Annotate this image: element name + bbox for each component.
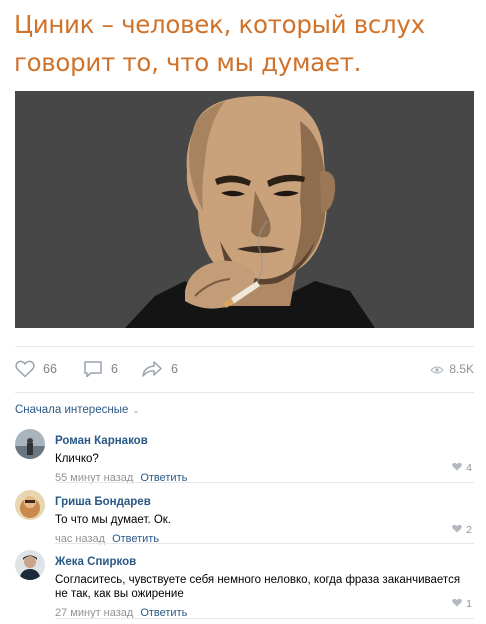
share-button[interactable]: 6 bbox=[141, 356, 178, 382]
eye-icon bbox=[430, 360, 445, 379]
divider bbox=[15, 346, 474, 347]
comment-text: Кличко? bbox=[55, 453, 99, 465]
comment-like-count: 1 bbox=[466, 598, 472, 610]
heart-icon bbox=[452, 598, 466, 610]
views-counter: 8.5K bbox=[430, 356, 474, 382]
sort-label: Сначала интересные bbox=[15, 404, 129, 416]
heart-icon bbox=[452, 462, 466, 474]
avatar[interactable] bbox=[15, 490, 45, 520]
comment-item: Роман Карнаков Кличко? 55 минут назад Отв… bbox=[15, 429, 474, 484]
meme-caption: Циник – человек, который вслух говорит т… bbox=[14, 6, 474, 82]
comment-like-count: 4 bbox=[466, 462, 472, 474]
chevron-down-icon: ⌄ bbox=[132, 404, 140, 415]
meme-caption-line-2: говорит то, что мы думает. bbox=[14, 48, 362, 77]
comment-author[interactable]: Гриша Бондарев bbox=[55, 495, 151, 509]
post-image[interactable] bbox=[15, 91, 474, 328]
comment-text-line-2: не так, как вы ожирение bbox=[55, 588, 184, 600]
post-actions: 66 6 6 8.5K bbox=[15, 356, 474, 382]
views-count: 8.5K bbox=[449, 362, 474, 376]
comment-like-button[interactable]: 2 bbox=[452, 524, 472, 536]
avatar[interactable] bbox=[15, 550, 45, 580]
comment-item: Жека Спирков Согласитесь, чувствуете себ… bbox=[15, 550, 474, 619]
comment-author[interactable]: Жека Спирков bbox=[55, 555, 136, 569]
heart-icon bbox=[452, 524, 466, 536]
share-arrow-icon bbox=[141, 360, 163, 378]
comment-item: Гриша Бондарев То что мы думает. Ок. час… bbox=[15, 490, 474, 545]
comment-count: 6 bbox=[111, 362, 118, 376]
like-button[interactable]: 66 bbox=[15, 356, 57, 382]
comments-sort-dropdown[interactable]: Сначала интересные ⌄ bbox=[15, 404, 140, 416]
comment-text: То что мы думает. Ок. bbox=[55, 514, 172, 526]
comment-text-line-1: Согласитесь, чувствуете себя немного нел… bbox=[55, 574, 461, 586]
meme-caption-line-1: Циник – человек, который вслух bbox=[14, 10, 425, 39]
like-count: 66 bbox=[43, 362, 57, 376]
share-count: 6 bbox=[171, 362, 178, 376]
comment-icon bbox=[83, 360, 103, 378]
comment-text: Согласитесь, чувствуете себя немного нел… bbox=[55, 573, 474, 601]
comment-author[interactable]: Роман Карнаков bbox=[55, 434, 148, 448]
divider bbox=[55, 482, 474, 483]
divider bbox=[55, 543, 474, 544]
portrait-illustration bbox=[15, 91, 474, 328]
divider bbox=[55, 618, 474, 619]
comment-like-button[interactable]: 1 bbox=[452, 598, 472, 610]
comment-like-count: 2 bbox=[466, 524, 472, 536]
comment-button[interactable]: 6 bbox=[83, 356, 118, 382]
heart-icon bbox=[15, 360, 35, 378]
avatar[interactable] bbox=[15, 429, 45, 459]
comment-like-button[interactable]: 4 bbox=[452, 462, 472, 474]
divider bbox=[15, 392, 474, 393]
